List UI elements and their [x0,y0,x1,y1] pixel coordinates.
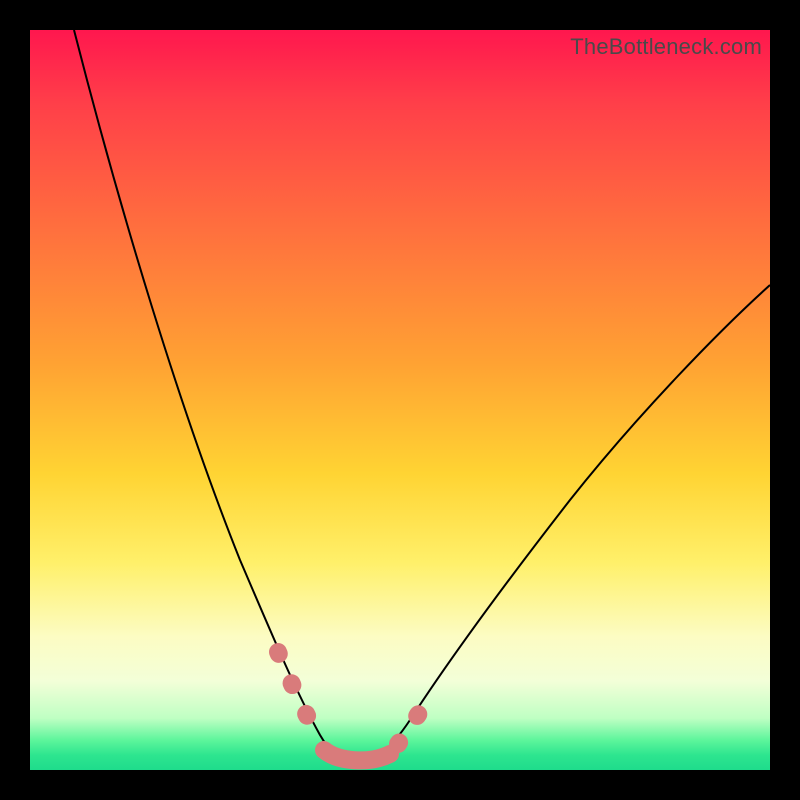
optimal-band-floor [324,750,390,760]
plot-area: TheBottleneck.com [30,30,770,770]
optimal-band-right [398,696,430,744]
bottleneck-curve [74,30,770,765]
curve-svg [30,30,770,770]
optimal-band-left [278,652,316,732]
chart-frame: TheBottleneck.com [0,0,800,800]
